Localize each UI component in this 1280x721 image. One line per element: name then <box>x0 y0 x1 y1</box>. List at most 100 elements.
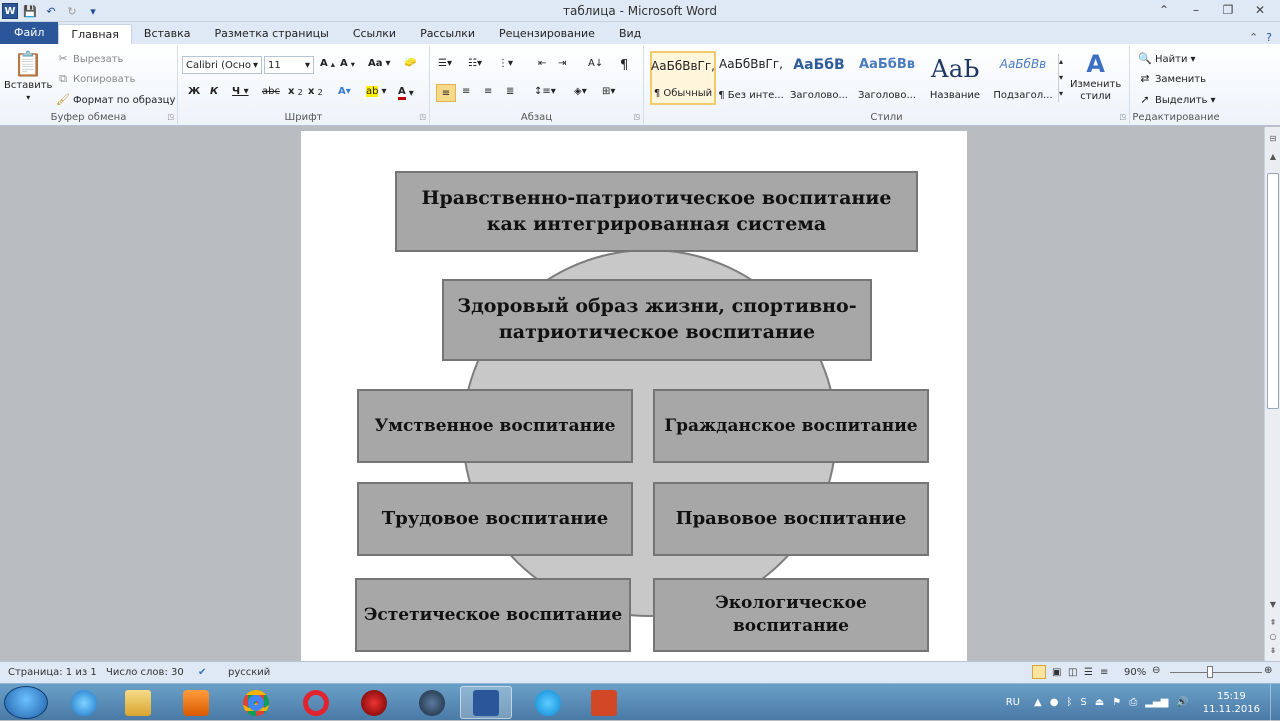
format-painter-button[interactable]: 🖌 Формат по образцу <box>56 93 175 107</box>
skype-tray-icon[interactable]: S <box>1080 697 1086 708</box>
scroll-down-icon[interactable]: ▼ <box>1267 599 1279 611</box>
copy-button[interactable]: ⧉ Копировать <box>56 72 135 86</box>
proofing-icon[interactable]: ✔ <box>198 667 206 678</box>
tab-mailings[interactable]: Рассылки <box>408 24 487 44</box>
ie-taskbar-icon[interactable] <box>58 686 110 719</box>
show-hidden-icons-icon[interactable]: ▲ <box>1034 697 1042 708</box>
word-taskbar-icon[interactable] <box>460 686 512 719</box>
print-layout-icon[interactable] <box>1032 665 1046 679</box>
paste-button[interactable]: 📋 Вставить ▾ <box>4 50 52 102</box>
input-language[interactable]: RU <box>1006 697 1020 708</box>
zoom-out-icon[interactable]: ⊖ <box>1152 665 1160 676</box>
diagram-title-box[interactable]: Нравственно-патриотическое воспитание как… <box>395 171 918 252</box>
chevron-up-icon[interactable]: ▴ <box>1059 54 1063 70</box>
printer-icon[interactable]: ⎙ <box>1129 697 1137 708</box>
chevron-down-icon[interactable]: ▾ <box>1059 70 1063 86</box>
minimize-button[interactable]: – <box>1180 0 1212 20</box>
subscript-icon[interactable]: x2 <box>288 86 303 97</box>
show-desktop-button[interactable] <box>1270 684 1280 721</box>
mental-education-box[interactable]: Умственное воспитание <box>357 389 633 463</box>
find-button[interactable]: 🔍 Найти ▾ <box>1138 52 1195 66</box>
tab-insert[interactable]: Вставка <box>132 24 203 44</box>
cut-button[interactable]: ✂ Вырезать <box>56 52 123 66</box>
media-player-taskbar-icon[interactable] <box>170 686 222 719</box>
zoom-slider[interactable] <box>1170 672 1262 673</box>
outline-icon[interactable]: ☰ <box>1084 667 1093 678</box>
sort-icon[interactable]: A↓ <box>588 58 603 69</box>
style-subtitle[interactable]: АаБбВв Подзагол... <box>990 51 1056 105</box>
next-page-icon[interactable]: ⇟ <box>1267 645 1279 657</box>
document-page[interactable]: Нравственно-патриотическое воспитание как… <box>301 131 967 661</box>
styles-scroll[interactable]: ▴ ▾ ▾ <box>1058 54 1063 102</box>
multilevel-list-icon[interactable]: ⋮▾ <box>498 58 513 69</box>
style-no-spacing[interactable]: АаБбВвГг, ¶ Без инте... <box>718 51 784 105</box>
align-left-icon[interactable]: ≡ <box>436 84 456 102</box>
labor-education-box[interactable]: Трудовое воспитание <box>357 482 633 556</box>
change-styles-button[interactable]: A Изменить стили <box>1070 50 1121 102</box>
bullets-icon[interactable]: ☰▾ <box>438 58 452 69</box>
increase-indent-icon[interactable]: ⇥ <box>558 58 566 69</box>
ribbon-minimize-icon[interactable]: ⌃ <box>1148 0 1180 20</box>
underline-icon[interactable]: Ч ▾ <box>232 86 249 97</box>
steam-taskbar-icon[interactable] <box>406 686 458 719</box>
replace-button[interactable]: ⇄ Заменить <box>1138 72 1206 86</box>
ruler-toggle-icon[interactable]: ⊟ <box>1267 133 1279 145</box>
opera-taskbar-icon[interactable] <box>290 686 342 719</box>
clock[interactable]: 15:19 11.11.2016 <box>1203 690 1260 716</box>
health-box[interactable]: Здоровый образ жизни, спортивно-патриоти… <box>442 279 872 361</box>
bluetooth-icon[interactable]: ᛒ <box>1066 697 1072 708</box>
action-center-icon[interactable]: ⚑ <box>1112 697 1121 708</box>
skype-taskbar-icon[interactable] <box>522 686 574 719</box>
strikethrough-icon[interactable]: abc <box>262 86 280 97</box>
usb-icon[interactable]: ⏏ <box>1095 697 1104 708</box>
more-icon[interactable]: ▾ <box>1059 86 1063 102</box>
line-spacing-icon[interactable]: ↕≡▾ <box>534 86 556 97</box>
borders-icon[interactable]: ⊞▾ <box>602 86 615 97</box>
change-case-icon[interactable]: Aa ▾ <box>368 58 391 69</box>
scroll-thumb[interactable] <box>1267 173 1279 409</box>
style-heading-2[interactable]: АаБбВв Заголово... <box>854 51 920 105</box>
shrink-font-icon[interactable]: A ▾ <box>340 58 355 69</box>
zoom-level[interactable]: 90% <box>1124 667 1146 678</box>
language-indicator[interactable]: русский <box>228 667 270 678</box>
highlight-icon[interactable]: ab ▾ <box>366 86 387 97</box>
tab-references[interactable]: Ссылки <box>341 24 408 44</box>
browse-object-icon[interactable]: ○ <box>1267 631 1279 643</box>
pilcrow-icon[interactable]: ¶ <box>620 58 628 73</box>
clear-format-icon[interactable]: 🧽 <box>404 57 416 68</box>
legal-education-box[interactable]: Правовое воспитание <box>653 482 929 556</box>
dialog-launcher-icon[interactable]: ◳ <box>633 113 640 121</box>
numbering-icon[interactable]: ☷▾ <box>468 58 482 69</box>
chrome-taskbar-icon[interactable] <box>230 686 282 719</box>
draft-icon[interactable]: ≡ <box>1100 667 1108 678</box>
shading-icon[interactable]: ◈▾ <box>574 86 587 97</box>
civic-education-box[interactable]: Гражданское воспитание <box>653 389 929 463</box>
tab-review[interactable]: Рецензирование <box>487 24 607 44</box>
dialog-launcher-icon[interactable]: ◳ <box>419 113 426 121</box>
font-size-combo[interactable]: 11 ▾ <box>264 56 314 74</box>
justify-icon[interactable]: ≣ <box>506 86 514 97</box>
web-layout-icon[interactable]: ◫ <box>1068 667 1077 678</box>
page-count[interactable]: Страница: 1 из 1 <box>8 667 97 678</box>
vertical-scrollbar[interactable]: ⊟ ▲ ▼ ⇞ ○ ⇟ <box>1264 127 1280 661</box>
explorer-taskbar-icon[interactable] <box>112 686 164 719</box>
superscript-icon[interactable]: x2 <box>308 86 323 97</box>
ecological-education-box[interactable]: Экологическое воспитание <box>653 578 929 652</box>
select-button[interactable]: ➚ Выделить ▾ <box>1138 93 1215 107</box>
app-taskbar-icon[interactable] <box>348 686 400 719</box>
dialog-launcher-icon[interactable]: ◳ <box>167 113 174 121</box>
close-button[interactable]: ✕ <box>1244 0 1276 20</box>
tab-file[interactable]: Файл <box>0 22 59 44</box>
prev-page-icon[interactable]: ⇞ <box>1267 617 1279 629</box>
style-normal[interactable]: АаБбВвГг, ¶ Обычный <box>650 51 716 105</box>
powerpoint-taskbar-icon[interactable] <box>578 686 630 719</box>
network-icon[interactable]: ▂▄▆ <box>1145 697 1168 708</box>
start-button[interactable] <box>4 686 48 719</box>
style-title[interactable]: АаЬ Название <box>922 51 988 105</box>
full-screen-icon[interactable]: ▣ <box>1052 667 1061 678</box>
aesthetic-education-box[interactable]: Эстетическое воспитание <box>355 578 631 652</box>
align-right-icon[interactable]: ≡ <box>484 86 492 97</box>
tab-view[interactable]: Вид <box>607 24 653 44</box>
font-color-icon[interactable]: A ▾ <box>398 86 414 100</box>
word-count[interactable]: Число слов: 30 <box>106 667 184 678</box>
